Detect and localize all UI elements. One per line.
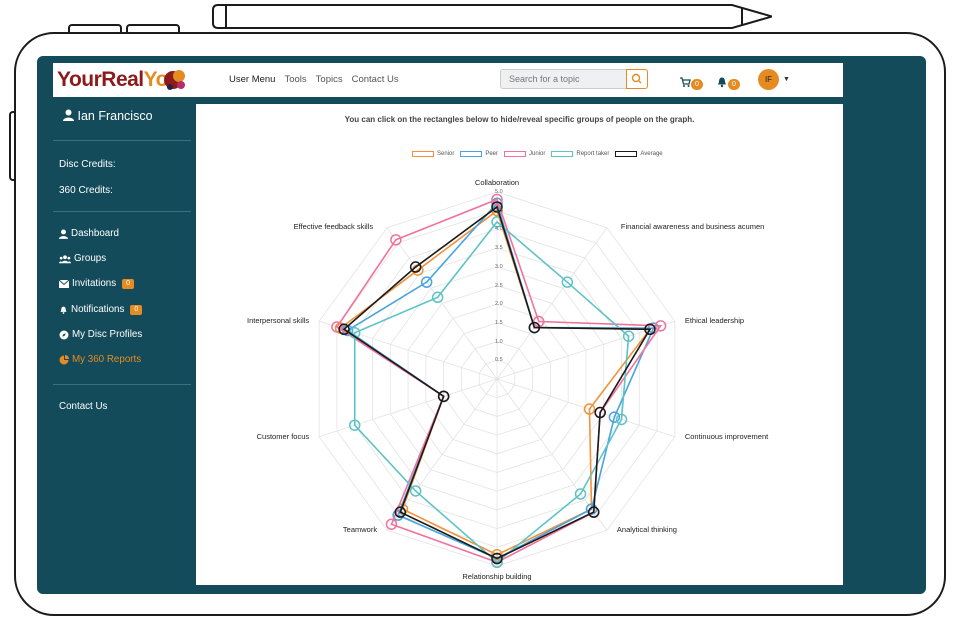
menu-user-menu[interactable]: User Menu: [229, 74, 275, 85]
search-icon: [631, 73, 642, 84]
axis-label: Continuous improvement: [684, 431, 769, 441]
menu-topics[interactable]: Topics: [316, 74, 343, 85]
axis-label: Effective feedback skills: [293, 221, 374, 231]
tick-label: 0.5: [495, 357, 503, 364]
axis-label: Financial awareness and business acumen: [620, 221, 765, 231]
credits-360: 360 Credits:: [59, 185, 113, 196]
logo-splash-icon: [164, 70, 185, 90]
stylus-pencil: [212, 4, 772, 29]
app-screen: YourRealYou User Menu Tools Topics Conta…: [37, 56, 926, 594]
envelope-icon: [59, 279, 69, 288]
top-navbar: YourRealYou User Menu Tools Topics Conta…: [53, 63, 843, 97]
sidebar-item-label: Contact Us: [59, 401, 108, 412]
axis-label: Relationship building: [462, 572, 532, 581]
grid-spoke: [386, 227, 498, 380]
tick-label: 1.0: [495, 338, 503, 345]
user-name: Ian Francisco: [77, 109, 153, 123]
cart-count-badge: 0: [691, 79, 703, 90]
tick-label: 3.0: [495, 263, 503, 270]
series-line: [346, 201, 655, 560]
main-content: You can click on the rectangles below to…: [196, 104, 843, 585]
tick-label: 1.5: [495, 319, 503, 326]
divider: [53, 140, 191, 141]
sidebar-item-label: My Disc Profiles: [72, 329, 143, 340]
sidebar-item-notifications[interactable]: Notifications 0: [59, 304, 143, 315]
tick-label: 2.5: [495, 282, 503, 289]
tick-label: 3.5: [495, 245, 503, 252]
cart-icon: [680, 77, 691, 87]
axis-label: Collaboration: [474, 178, 520, 187]
notifications-button[interactable]: 0: [716, 73, 746, 90]
search-button[interactable]: [626, 69, 648, 89]
cart-button[interactable]: 0: [679, 73, 709, 90]
user-icon: [59, 229, 68, 239]
sidebar-item-disc-profiles[interactable]: My Disc Profiles: [59, 329, 142, 340]
sidebar-item-invitations[interactable]: Invitations 0: [59, 278, 135, 289]
tick-label: 5.0: [495, 189, 503, 195]
sidebar-item-groups[interactable]: Groups: [59, 253, 106, 264]
search-input[interactable]: Search for a topic: [500, 69, 627, 89]
axis-label: Analytical thinking: [616, 525, 677, 535]
sidebar-item-label: Dashboard: [71, 228, 119, 239]
divider: [53, 384, 191, 385]
compass-icon: [59, 330, 69, 339]
user-avatar[interactable]: IF: [758, 69, 779, 90]
radar-chart: [318, 191, 676, 569]
sidebar-item-label: My 360 Reports: [72, 354, 142, 365]
sidebar: Ian Francisco Disc Credits: 360 Credits:…: [53, 101, 194, 594]
disc-credits: Disc Credits:: [59, 159, 116, 170]
axis-label: Customer focus: [256, 431, 310, 441]
sidebar-item-label: Groups: [74, 253, 107, 264]
users-icon: [59, 254, 71, 263]
chevron-down-icon[interactable]: ▼: [783, 76, 790, 83]
tick-label: 2.0: [495, 301, 503, 308]
sidebar-item-label: Invitations: [72, 278, 117, 289]
tick-label: 4.0: [495, 226, 503, 233]
sidebar-item-label: Notifications: [71, 304, 125, 315]
axis-label: Interpersonal skills: [247, 316, 310, 326]
menu-contact-us[interactable]: Contact Us: [352, 74, 399, 85]
invitations-count-badge: 0: [122, 278, 135, 289]
user-icon: [63, 109, 74, 121]
divider: [53, 211, 191, 212]
sidebar-item-contact-us[interactable]: Contact Us: [59, 401, 107, 412]
top-menu: User Menu Tools Topics Contact Us: [229, 74, 399, 85]
notification-count-badge: 0: [728, 79, 740, 90]
menu-tools[interactable]: Tools: [284, 74, 306, 85]
sidebar-item-360-reports[interactable]: My 360 Reports: [59, 354, 141, 365]
sidebar-item-dashboard[interactable]: Dashboard: [59, 228, 119, 239]
sidebar-user: Ian Francisco: [63, 109, 153, 123]
axis-label: Teamwork: [342, 525, 378, 535]
bell-icon: [60, 306, 67, 314]
bell-icon: [718, 77, 726, 87]
tick-label: 4.5: [495, 207, 503, 214]
axis-label: Ethical leadership: [684, 316, 745, 326]
notifications-count-badge: 0: [130, 304, 143, 315]
pie-icon: [59, 354, 69, 364]
